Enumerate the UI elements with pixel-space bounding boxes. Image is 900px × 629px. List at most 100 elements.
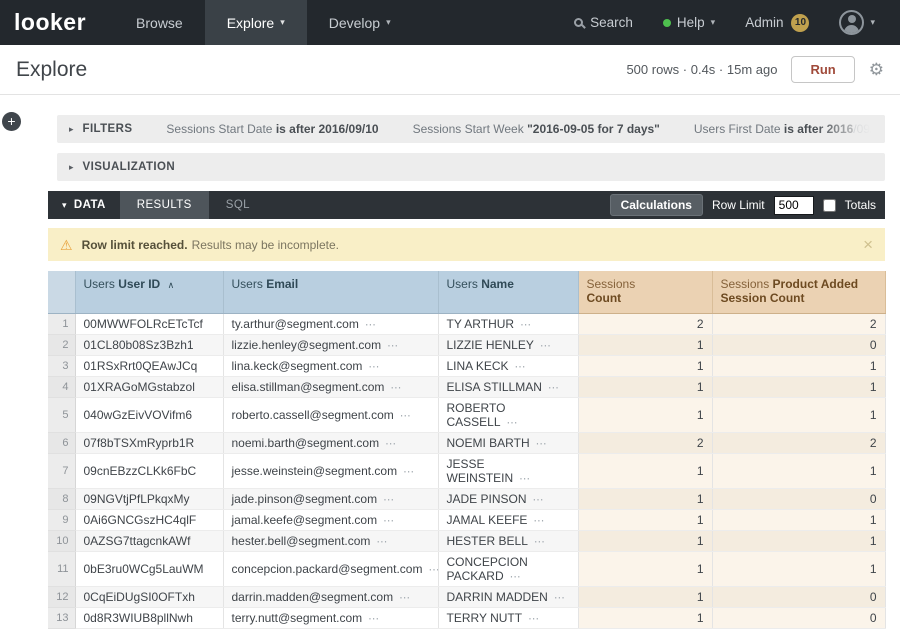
tab-results[interactable]: RESULTS	[120, 191, 209, 219]
email-cell[interactable]: ty.arthur@segment.com⋯	[223, 313, 438, 334]
nav-user-menu[interactable]: ▾	[824, 0, 890, 45]
email-cell[interactable]: hester.bell@segment.com⋯	[223, 530, 438, 551]
user-id-cell[interactable]: 0Ai6GNCGszHC4qlF	[75, 509, 223, 530]
count-cell[interactable]: 1	[578, 509, 712, 530]
count-cell[interactable]: 2	[578, 313, 712, 334]
more-icon[interactable]: ⋯	[533, 515, 545, 527]
more-icon[interactable]: ⋯	[515, 361, 527, 373]
expand-arrow-icon[interactable]: ▸	[69, 124, 74, 135]
user-id-cell[interactable]: 040wGzEivVOVifm6	[75, 397, 223, 432]
run-button[interactable]: Run	[791, 56, 854, 83]
count-cell[interactable]: 1	[578, 488, 712, 509]
email-cell[interactable]: jesse.weinstein@segment.com⋯	[223, 453, 438, 488]
calculations-button[interactable]: Calculations	[610, 194, 703, 216]
nav-develop[interactable]: Develop ▾	[307, 0, 413, 45]
data-section-toggle[interactable]: ▾ DATA	[48, 199, 120, 211]
col-header-name[interactable]: Users Name	[438, 271, 578, 313]
more-icon[interactable]: ⋯	[520, 319, 532, 331]
name-cell[interactable]: ELISA STILLMAN⋯	[438, 376, 578, 397]
close-icon[interactable]: ×	[863, 236, 873, 253]
totals-checkbox[interactable]	[823, 199, 836, 212]
product-added-count-cell[interactable]: 1	[712, 397, 885, 432]
name-cell[interactable]: LIZZIE HENLEY⋯	[438, 334, 578, 355]
more-icon[interactable]: ⋯	[385, 438, 397, 450]
looker-logo[interactable]: looker	[0, 0, 114, 45]
email-cell[interactable]: concepcion.packard@segment.com⋯	[223, 551, 438, 586]
count-cell[interactable]: 1	[578, 530, 712, 551]
more-icon[interactable]: ⋯	[540, 340, 552, 352]
more-icon[interactable]: ⋯	[383, 494, 395, 506]
name-cell[interactable]: NOEMI BARTH⋯	[438, 432, 578, 453]
nav-explore[interactable]: Explore ▾	[205, 0, 307, 45]
count-cell[interactable]: 1	[578, 397, 712, 432]
count-cell[interactable]: 2	[578, 432, 712, 453]
email-cell[interactable]: terry.nutt@segment.com⋯	[223, 607, 438, 628]
more-icon[interactable]: ⋯	[528, 613, 540, 625]
more-icon[interactable]: ⋯	[400, 410, 412, 422]
product-added-count-cell[interactable]: 0	[712, 334, 885, 355]
more-icon[interactable]: ⋯	[368, 361, 380, 373]
email-cell[interactable]: jamal.keefe@segment.com⋯	[223, 509, 438, 530]
col-header-count[interactable]: Sessions Count	[578, 271, 712, 313]
count-cell[interactable]: 1	[578, 334, 712, 355]
user-id-cell[interactable]: 0bE3ru0WCg5LauWM	[75, 551, 223, 586]
product-added-count-cell[interactable]: 1	[712, 376, 885, 397]
nav-search[interactable]: Search	[559, 0, 648, 45]
product-added-count-cell[interactable]: 1	[712, 530, 885, 551]
user-id-cell[interactable]: 01CL80b08Sz3Bzh1	[75, 334, 223, 355]
count-cell[interactable]: 1	[578, 453, 712, 488]
more-icon[interactable]: ⋯	[387, 340, 399, 352]
tab-sql[interactable]: SQL	[209, 191, 267, 219]
more-icon[interactable]: ⋯	[390, 382, 402, 394]
more-icon[interactable]: ⋯	[368, 613, 380, 625]
user-id-cell[interactable]: 00MWWFOLRcETcTcf	[75, 313, 223, 334]
more-icon[interactable]: ⋯	[548, 382, 560, 394]
product-added-count-cell[interactable]: 1	[712, 355, 885, 376]
expand-arrow-icon[interactable]: ▸	[69, 162, 74, 173]
user-id-cell[interactable]: 07f8bTSXmRyprb1R	[75, 432, 223, 453]
more-icon[interactable]: ⋯	[519, 473, 531, 485]
name-cell[interactable]: DARRIN MADDEN⋯	[438, 586, 578, 607]
col-header-user-id[interactable]: Users User ID ∧	[75, 271, 223, 313]
product-added-count-cell[interactable]: 0	[712, 586, 885, 607]
sort-asc-icon[interactable]: ∧	[168, 280, 175, 290]
product-added-count-cell[interactable]: 0	[712, 607, 885, 628]
name-cell[interactable]: TY ARTHUR⋯	[438, 313, 578, 334]
email-cell[interactable]: lizzie.henley@segment.com⋯	[223, 334, 438, 355]
more-icon[interactable]: ⋯	[536, 438, 548, 450]
nav-help[interactable]: Help ▾	[648, 0, 730, 45]
product-added-count-cell[interactable]: 2	[712, 313, 885, 334]
name-cell[interactable]: JESSE WEINSTEIN⋯	[438, 453, 578, 488]
user-id-cell[interactable]: 0AZSG7ttagcnkAWf	[75, 530, 223, 551]
nav-browse[interactable]: Browse	[114, 0, 205, 45]
name-cell[interactable]: JADE PINSON⋯	[438, 488, 578, 509]
more-icon[interactable]: ⋯	[365, 319, 377, 331]
gear-icon[interactable]: ⚙	[869, 61, 884, 78]
more-icon[interactable]: ⋯	[428, 564, 438, 576]
email-cell[interactable]: noemi.barth@segment.com⋯	[223, 432, 438, 453]
more-icon[interactable]: ⋯	[376, 536, 388, 548]
more-icon[interactable]: ⋯	[399, 592, 411, 604]
add-button[interactable]: +	[2, 112, 21, 131]
more-icon[interactable]: ⋯	[554, 592, 566, 604]
name-cell[interactable]: CONCEPCION PACKARD⋯	[438, 551, 578, 586]
user-id-cell[interactable]: 09NGVtjPfLPkqxMy	[75, 488, 223, 509]
more-icon[interactable]: ⋯	[403, 466, 415, 478]
col-header-product-added-session-count[interactable]: Sessions Product Added Session Count	[712, 271, 885, 313]
more-icon[interactable]: ⋯	[533, 494, 545, 506]
product-added-count-cell[interactable]: 2	[712, 432, 885, 453]
user-id-cell[interactable]: 0d8R3WIUB8pllNwh	[75, 607, 223, 628]
count-cell[interactable]: 1	[578, 607, 712, 628]
email-cell[interactable]: roberto.cassell@segment.com⋯	[223, 397, 438, 432]
visualization-section[interactable]: ▸ VISUALIZATION	[57, 153, 885, 181]
more-icon[interactable]: ⋯	[534, 536, 546, 548]
user-id-cell[interactable]: 01RSxRrt0QEAwJCq	[75, 355, 223, 376]
product-added-count-cell[interactable]: 1	[712, 509, 885, 530]
email-cell[interactable]: darrin.madden@segment.com⋯	[223, 586, 438, 607]
more-icon[interactable]: ⋯	[383, 515, 395, 527]
col-header-email[interactable]: Users Email	[223, 271, 438, 313]
filters-section[interactable]: ▸ FILTERS Sessions Start Date is after 2…	[57, 115, 885, 143]
name-cell[interactable]: JAMAL KEEFE⋯	[438, 509, 578, 530]
user-id-cell[interactable]: 0CqEiDUgSI0OFTxh	[75, 586, 223, 607]
email-cell[interactable]: jade.pinson@segment.com⋯	[223, 488, 438, 509]
